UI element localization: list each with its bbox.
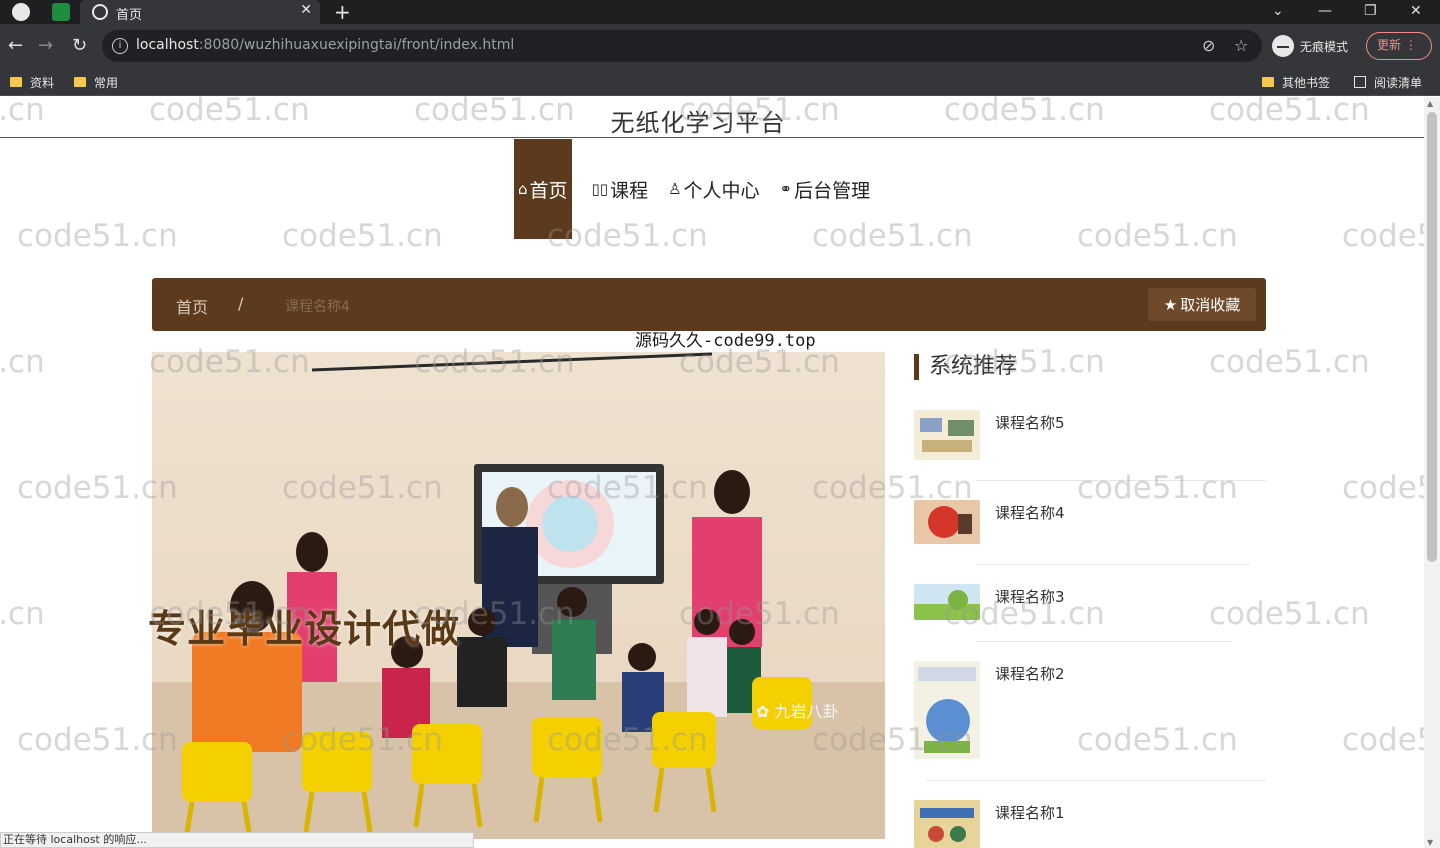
user-icon: ♙ [668,180,682,198]
home-icon: ⌂ [518,180,528,198]
scrollbar-thumb[interactable] [1427,112,1437,562]
reload-button[interactable]: ↻ [72,34,87,58]
scroll-down-icon[interactable]: ▼ [1427,838,1433,847]
reading-list[interactable]: 阅读清单 [1354,73,1422,91]
sheets-icon[interactable] [52,3,70,21]
bookmark-folder[interactable]: 常用 [74,73,118,91]
divider [976,641,1232,642]
folder-icon [74,77,86,87]
tab-home[interactable]: 首页 ✕ [80,0,320,24]
folder-icon [10,77,22,87]
recommend-item-name[interactable]: 课程名称1 [995,802,1065,823]
forward-button[interactable]: → [38,34,53,58]
divider [0,137,1424,138]
unfavorite-button[interactable]: ★ 取消收藏 [1148,288,1256,321]
info-icon[interactable]: i [112,38,128,54]
promo-overlay-text: 专业毕业设计代做 [148,607,461,651]
recommend-heading: 系统推荐 [914,354,1017,380]
window-close-button[interactable]: ✕ [1410,0,1422,22]
back-button[interactable]: ← [8,34,23,58]
breadcrumb-home[interactable]: 首页 [176,294,208,318]
other-bookmarks[interactable]: 其他书签 [1262,73,1330,91]
breadcrumb: 首页 / 课程名称4 ★ 取消收藏 [152,278,1266,331]
recommend-item[interactable]: 课程名称1 [914,800,1266,848]
folder-icon [1262,77,1274,87]
divider [976,480,1266,481]
star-icon[interactable]: ☆ [1234,36,1248,55]
breadcrumb-current: 课程名称4 [285,299,350,315]
browser-toolbar: ← → ↻ i localhost:8080/wuzhihuaxuexiping… [0,24,1440,68]
site-title: 无纸化学习平台 [610,109,786,137]
recommend-item[interactable]: 课程名称3 [914,584,1266,624]
status-bar: 正在等待 localhost 的响应... [0,832,474,848]
breadcrumb-separator: / [238,294,244,313]
divider [976,564,1250,565]
page-viewport: 无纸化学习平台 ⌂ 首页 ▯▯ 课程 ♙ 个人中心 ⚭ 后台管理 首页 / 课程… [0,97,1424,848]
scroll-up-icon[interactable]: ▲ [1427,99,1433,108]
nav-admin[interactable]: ⚭ 后台管理 [770,139,881,239]
course-thumbnail[interactable] [914,661,980,759]
course-image [152,352,885,839]
new-tab-button[interactable]: + [334,0,351,24]
course-thumbnail[interactable] [914,584,980,620]
book-icon: ▯▯ [591,180,609,198]
course-thumbnail[interactable] [914,800,980,848]
tab-title: 首页 [116,8,143,23]
eye-off-icon[interactable]: ⊘ [1202,36,1215,55]
recommend-item[interactable]: 课程名称5 [914,410,1266,474]
link-icon: ⚭ [779,180,793,198]
course-thumbnail[interactable] [914,500,980,544]
close-icon[interactable]: ✕ [300,2,312,18]
course-thumbnail[interactable] [914,410,980,460]
incognito-indicator[interactable]: 无痕模式 [1272,34,1348,58]
reading-list-icon [1354,76,1366,88]
update-button[interactable]: 更新 ⋮ [1366,32,1432,60]
recommend-item-name[interactable]: 课程名称3 [995,586,1065,607]
minimize-button[interactable]: — [1318,0,1332,22]
main-nav: ⌂ 首页 ▯▯ 课程 ♙ 个人中心 ⚭ 后台管理 [514,139,880,239]
nav-courses[interactable]: ▯▯ 课程 [582,139,659,239]
star-icon: ★ [1163,295,1178,314]
divider [926,780,1266,781]
incognito-label: 无痕模式 [1300,39,1349,54]
recommend-item[interactable]: 课程名称4 [914,500,1266,550]
recommend-item-name[interactable]: 课程名称2 [995,663,1065,684]
recommend-item[interactable]: 课程名称2 [914,661,1266,761]
chevron-down-icon[interactable]: ⌄ [1272,0,1284,22]
overlay-watermark-text: 源码久久-code99.top [635,331,816,351]
nav-home[interactable]: ⌂ 首页 [514,139,572,239]
recommend-item-name[interactable]: 课程名称4 [995,502,1065,523]
restore-button[interactable]: ❐ [1364,0,1377,22]
bookmarks-bar: 资料 常用 其他书签 阅读清单 [0,68,1440,96]
incognito-icon [1272,35,1294,57]
nav-profile[interactable]: ♙ 个人中心 [658,139,769,239]
browser-logo-icon[interactable] [12,3,30,21]
globe-icon [92,4,108,20]
browser-tabbar: 首页 ✕ + ⌄ — ❐ ✕ [0,0,1440,24]
bookmark-folder[interactable]: 资料 [10,73,54,91]
address-bar[interactable]: i localhost:8080/wuzhihuaxuexipingtai/fr… [102,30,1262,62]
url-text: localhost:8080/wuzhihuaxuexipingtai/fron… [136,37,515,53]
wechat-watermark: ✿ 九岩八卦 [756,702,839,721]
wechat-icon: ✿ [756,702,770,721]
recommend-item-name[interactable]: 课程名称5 [995,412,1065,433]
